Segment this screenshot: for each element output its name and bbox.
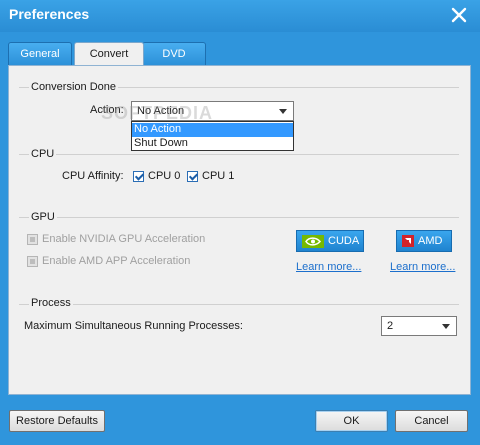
preferences-window: Preferences General DVD Convert Conversi… <box>0 0 480 445</box>
cpu0-label: CPU 0 <box>148 170 181 182</box>
tab-general[interactable]: General <box>8 42 72 66</box>
amd-button[interactable]: AMD <box>396 230 452 252</box>
cpu-affinity-label: CPU Affinity: <box>62 170 124 182</box>
amd-checkbox[interactable] <box>27 256 38 267</box>
divider <box>19 217 459 218</box>
window-title: Preferences <box>9 6 90 22</box>
dropdown-option-no-action[interactable]: No Action <box>132 123 293 137</box>
convert-panel: Conversion Done Action: No Action SOFTPE… <box>8 65 471 395</box>
divider <box>19 304 459 305</box>
cuda-button[interactable]: CUDA <box>296 230 364 252</box>
footer: Restore Defaults OK Cancel <box>0 400 480 445</box>
max-processes-select[interactable]: 2 <box>381 316 457 336</box>
action-label: Action: <box>90 104 124 116</box>
action-select[interactable]: No Action <box>131 101 294 121</box>
process-title: Process <box>29 297 73 309</box>
dropdown-option-shut-down[interactable]: Shut Down <box>132 137 293 151</box>
nvidia-label: Enable NVIDIA GPU Acceleration <box>42 233 206 245</box>
max-processes-label: Maximum Simultaneous Running Processes: <box>24 320 243 332</box>
gpu-title: GPU <box>29 211 57 223</box>
amd-logo-icon <box>402 235 414 250</box>
ok-button[interactable]: OK <box>315 410 388 432</box>
amd-button-label: AMD <box>418 235 443 247</box>
divider <box>19 154 459 155</box>
max-processes-value: 2 <box>387 320 394 332</box>
chevron-down-icon <box>442 324 450 329</box>
learn-more-amd-link[interactable]: Learn more... <box>390 261 455 273</box>
conversion-done-title: Conversion Done <box>29 81 118 93</box>
chevron-down-icon <box>279 109 287 114</box>
cpu1-label: CPU 1 <box>202 170 235 182</box>
cpu0-checkbox[interactable] <box>133 171 144 182</box>
cpu-title: CPU <box>29 148 57 160</box>
nvidia-logo-icon <box>302 235 324 251</box>
cuda-button-label: CUDA <box>328 235 360 247</box>
nvidia-checkbox[interactable] <box>27 234 38 245</box>
action-dropdown-list: No Action Shut Down <box>131 121 294 151</box>
title-bar: Preferences <box>0 0 480 32</box>
close-icon[interactable] <box>450 6 468 24</box>
cancel-button[interactable]: Cancel <box>395 410 468 432</box>
cpu1-checkbox[interactable] <box>187 171 198 182</box>
restore-defaults-button[interactable]: Restore Defaults <box>9 410 105 432</box>
tab-dvd[interactable]: DVD <box>142 42 206 66</box>
action-select-value: No Action <box>137 105 185 117</box>
learn-more-cuda-link[interactable]: Learn more... <box>296 261 361 273</box>
amd-label: Enable AMD APP Acceleration <box>42 255 191 267</box>
